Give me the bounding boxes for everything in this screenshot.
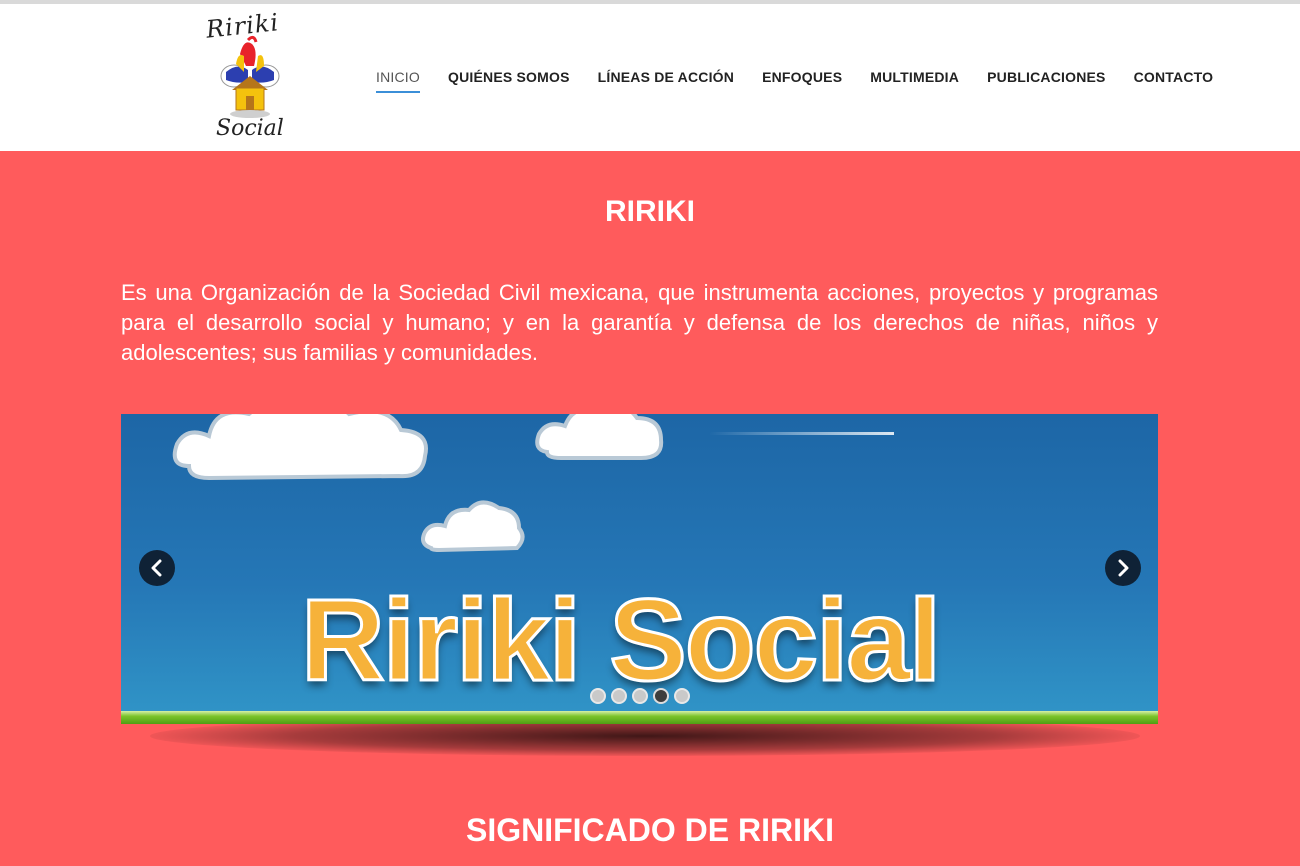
- site-logo[interactable]: Ririki Social: [200, 8, 292, 150]
- nav-item-quienes-somos[interactable]: QUIÉNES SOMOS: [434, 67, 584, 97]
- logo-emblem-icon: [220, 35, 280, 118]
- slider-dots: [590, 688, 690, 704]
- section-heading: SIGNIFICADO DE RIRIKI: [465, 812, 834, 848]
- slider-dot[interactable]: [611, 688, 627, 704]
- nav-item-enfoques[interactable]: ENFOQUES: [748, 67, 856, 97]
- slider-dot[interactable]: [590, 688, 606, 704]
- slider-dot[interactable]: [674, 688, 690, 704]
- cloud-decoration: [421, 500, 525, 553]
- nav-item-lineas-de-accion[interactable]: LÍNEAS DE ACCIÓN: [584, 67, 748, 97]
- nav-item-publicaciones[interactable]: PUBLICACIONES: [973, 67, 1120, 97]
- slider-prev-button[interactable]: [139, 550, 175, 586]
- nav-item-contacto[interactable]: CONTACTO: [1120, 67, 1228, 97]
- grass-strip: [121, 711, 1158, 724]
- slider-next-button[interactable]: [1105, 550, 1141, 586]
- plane-trail: [709, 432, 894, 435]
- chevron-left-icon: [151, 559, 162, 577]
- slider-dot[interactable]: [632, 688, 648, 704]
- slider-dot-active[interactable]: [653, 688, 669, 704]
- page-title: RIRIKI: [605, 195, 695, 228]
- logo-text-bottom: Social: [216, 116, 284, 141]
- slide-headline: Ririki Social: [299, 575, 942, 705]
- chevron-right-icon: [1118, 559, 1129, 577]
- intro-paragraph: Es una Organización de la Sociedad Civil…: [121, 280, 1158, 365]
- cloud-decoration: [535, 414, 664, 460]
- main-nav: INICIO QUIÉNES SOMOS LÍNEAS DE ACCIÓN EN…: [362, 67, 1227, 97]
- nav-item-multimedia[interactable]: MULTIMEDIA: [856, 67, 973, 97]
- nav-item-inicio[interactable]: INICIO: [362, 67, 434, 97]
- site-header: Ririki Social INICIO QUIÉNES SOMOS LÍNEA…: [0, 4, 1300, 151]
- image-slider: Ririki Social: [121, 414, 1158, 724]
- cloud-decoration: [172, 414, 428, 481]
